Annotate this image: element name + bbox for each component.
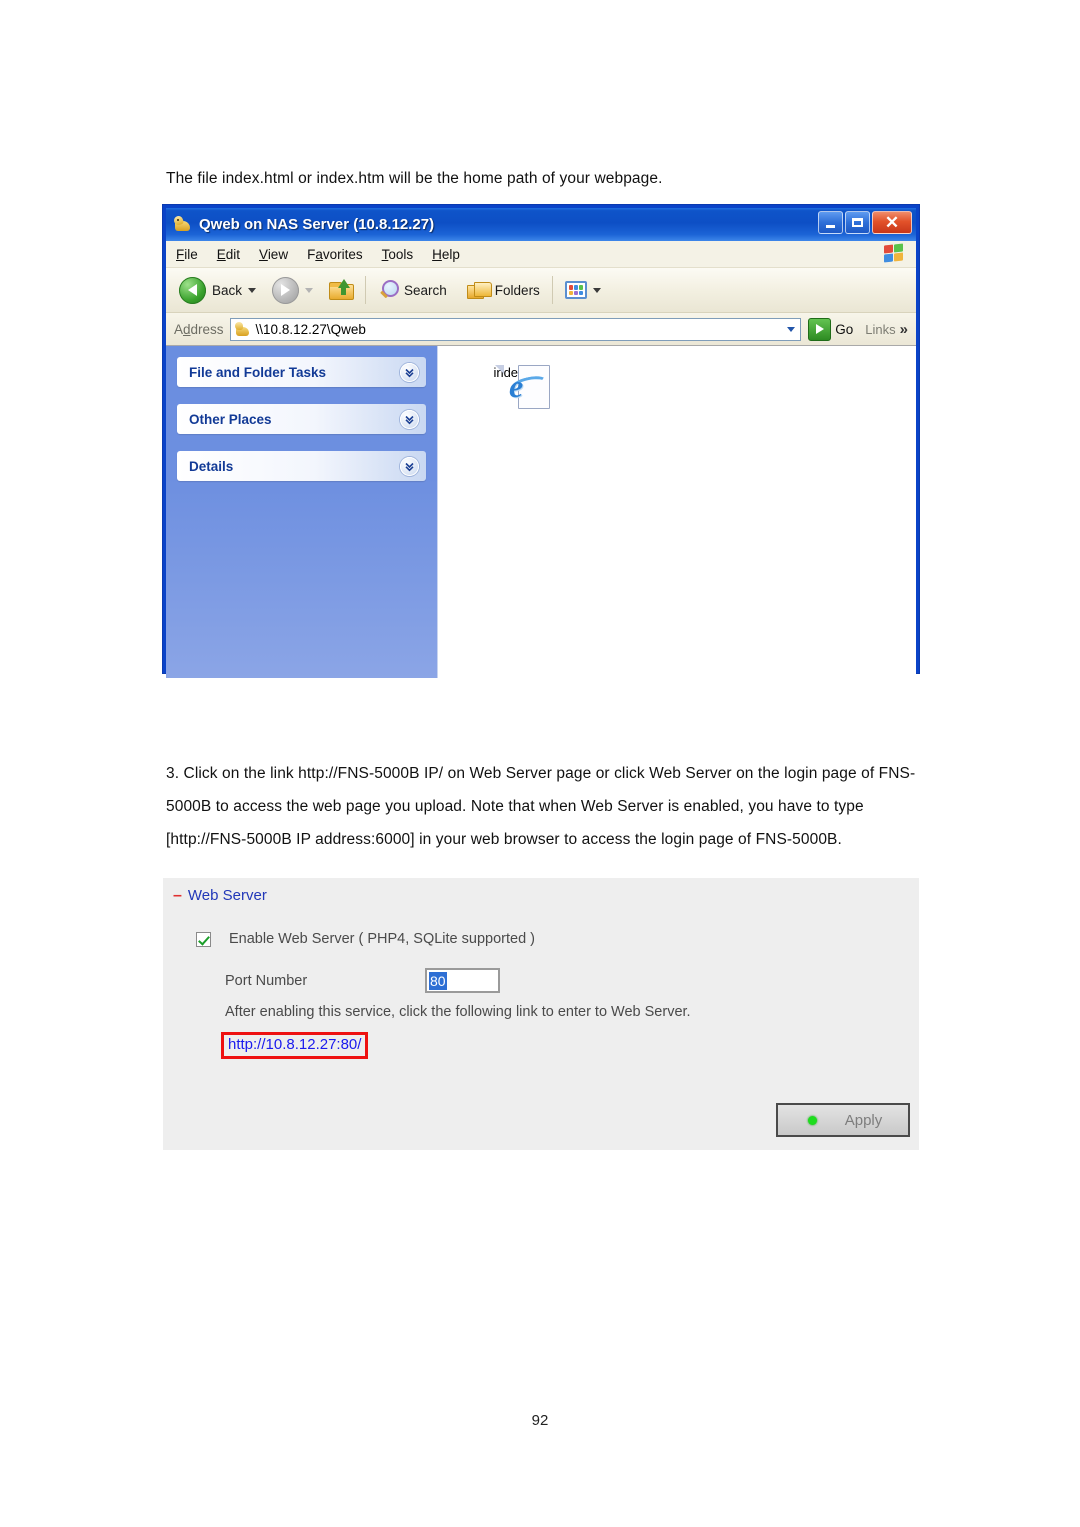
minimize-button[interactable]	[818, 211, 843, 234]
web-server-note: After enabling this service, click the f…	[225, 1004, 691, 1020]
file-list-pane[interactable]: e index	[438, 346, 916, 678]
task-panel-other-places[interactable]: Other Places	[177, 404, 426, 434]
chevron-double-down-icon[interactable]	[400, 456, 419, 476]
address-chevron-down-icon[interactable]	[781, 319, 800, 340]
address-bar: Address \\10.8.12.27\Qweb Go Links »	[166, 313, 916, 346]
menu-bar: File Edit View Favorites Tools Help	[166, 241, 916, 268]
maximize-button[interactable]	[845, 211, 870, 234]
web-server-link[interactable]: http://10.8.12.27:80/	[228, 1036, 361, 1053]
forward-button[interactable]	[267, 275, 324, 306]
window-title: Qweb on NAS Server (10.8.12.27)	[199, 216, 435, 233]
address-label: Address	[174, 321, 224, 337]
task-panel-details[interactable]: Details	[177, 451, 426, 481]
toolbar-separator-2	[551, 276, 553, 304]
address-value: \\10.8.12.27\Qweb	[255, 321, 366, 337]
status-dot-icon	[807, 1115, 817, 1125]
folders-button[interactable]: Folders	[462, 278, 545, 302]
menu-item-help[interactable]: Help	[432, 247, 460, 262]
go-button-label: Go	[835, 321, 854, 337]
menu-item-file[interactable]: File	[176, 247, 198, 262]
go-button[interactable]: Go	[808, 317, 854, 341]
menu-item-view[interactable]: View	[259, 247, 288, 262]
views-icon	[564, 281, 587, 299]
links-button[interactable]: Links	[865, 322, 895, 337]
toolbar-separator	[365, 276, 367, 304]
enable-web-server-row: Enable Web Server ( PHP4, SQLite support…	[196, 931, 535, 947]
menu-item-tools[interactable]: Tools	[382, 247, 414, 262]
web-server-settings-panel: – Web Server Enable Web Server ( PHP4, S…	[163, 878, 919, 1150]
folders-icon	[466, 280, 492, 300]
forward-history-chevron-down-icon[interactable]	[305, 287, 314, 293]
menu-item-favorites[interactable]: Favorites	[307, 247, 363, 262]
apply-button-label: Apply	[844, 1111, 883, 1129]
close-button[interactable]: ✕	[872, 211, 912, 234]
views-button[interactable]	[560, 279, 612, 301]
apply-button[interactable]: Apply	[776, 1103, 910, 1137]
explorer-body: File and Folder Tasks Other Places Detai…	[166, 346, 916, 678]
window-titlebar: Qweb on NAS Server (10.8.12.27) ✕	[166, 205, 916, 241]
web-server-section-title: Web Server	[187, 887, 267, 904]
page-number: 92	[531, 1412, 549, 1429]
collapse-minus-icon[interactable]: –	[173, 887, 182, 904]
qweb-share-icon	[172, 214, 192, 234]
port-number-row: Port Number 80	[225, 968, 500, 993]
back-button-label: Back	[212, 282, 243, 298]
web-server-section-header[interactable]: – Web Server	[173, 887, 267, 904]
maximize-icon	[852, 218, 863, 227]
search-magnifier-icon	[378, 279, 400, 301]
explorer-task-pane: File and Folder Tasks Other Places Detai…	[166, 346, 438, 678]
port-number-value: 80	[429, 971, 447, 990]
go-arrow-icon	[808, 317, 832, 341]
navigation-toolbar: Back Search Folders	[166, 268, 916, 313]
task-panel-title: Details	[189, 458, 234, 474]
step-3-paragraph: 3. Click on the link http://FNS-5000B IP…	[166, 765, 916, 848]
toolbar-overflow-chevron-icon[interactable]: »	[900, 321, 908, 338]
menu-item-edit[interactable]: Edit	[217, 247, 240, 262]
address-input[interactable]: \\10.8.12.27\Qweb	[229, 317, 802, 341]
chevron-double-down-icon[interactable]	[400, 409, 419, 429]
close-icon: ✕	[884, 213, 900, 232]
back-arrow-icon	[179, 276, 206, 304]
search-button-label: Search	[404, 282, 447, 298]
back-button[interactable]: Back	[174, 275, 267, 306]
port-number-input[interactable]: 80	[425, 968, 500, 993]
list-item[interactable]: e index	[466, 365, 552, 409]
up-one-level-button[interactable]	[324, 278, 358, 302]
enable-web-server-checkbox[interactable]	[196, 931, 211, 947]
windows-flag-logo-icon	[884, 243, 906, 264]
explorer-window: Qweb on NAS Server (10.8.12.27) ✕ File E…	[163, 205, 919, 678]
up-folder-icon	[329, 279, 355, 300]
task-panel-title: File and Folder Tasks	[189, 364, 327, 380]
web-server-link-highlight: http://10.8.12.27:80/	[221, 1032, 369, 1059]
minimize-icon	[826, 224, 835, 228]
folders-button-label: Folders	[494, 282, 540, 298]
back-history-chevron-down-icon[interactable]	[248, 287, 257, 293]
chevron-double-down-icon[interactable]	[400, 362, 419, 382]
forward-arrow-icon	[272, 276, 300, 304]
enable-web-server-label: Enable Web Server ( PHP4, SQLite support…	[229, 931, 535, 947]
task-panel-file-and-folder-tasks[interactable]: File and Folder Tasks	[177, 357, 426, 387]
search-button[interactable]: Search	[373, 277, 452, 303]
window-controls: ✕	[818, 211, 912, 234]
views-chevron-down-icon[interactable]	[592, 287, 601, 293]
port-number-label: Port Number	[225, 972, 308, 989]
intro-paragraph: The file index.html or index.htm will be…	[166, 170, 663, 187]
network-share-icon	[234, 321, 251, 337]
task-panel-title: Other Places	[189, 411, 272, 427]
